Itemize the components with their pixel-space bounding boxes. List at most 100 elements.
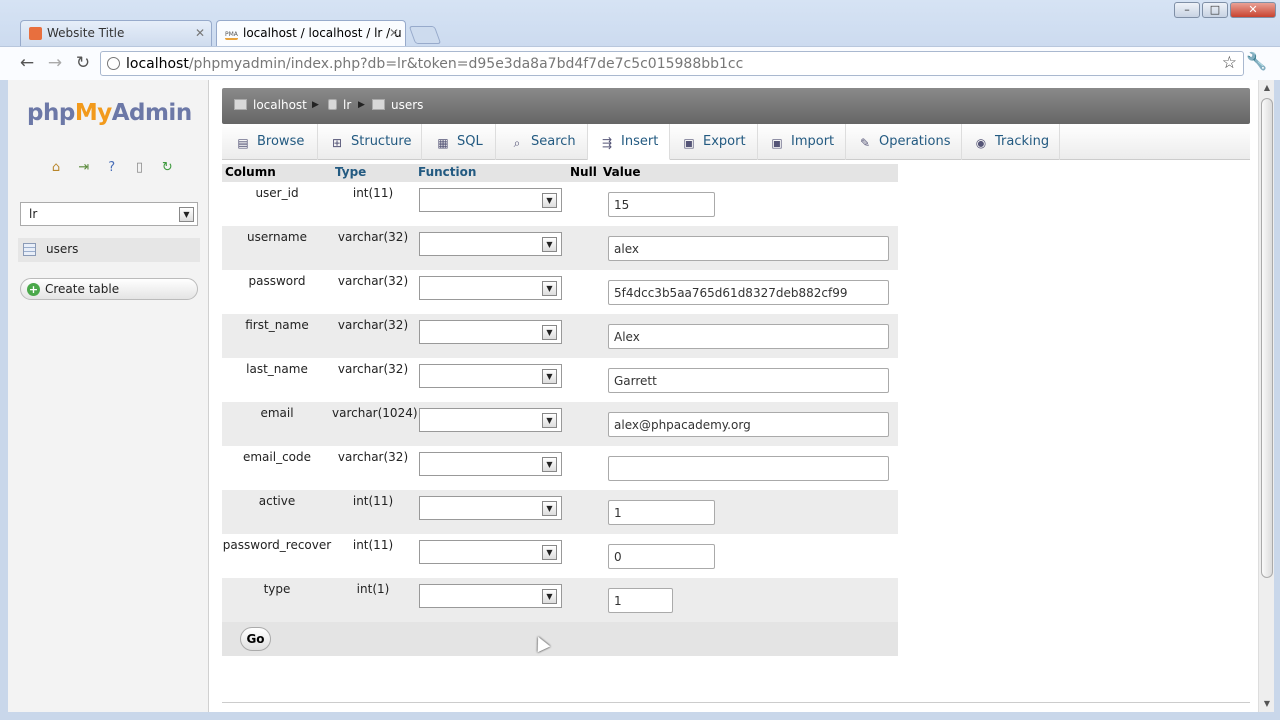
header-column: Column xyxy=(225,165,276,179)
chevron-down-icon: ▼ xyxy=(542,457,557,472)
table-row: user_id int(11) ▼ xyxy=(222,182,898,226)
chevron-down-icon: ▼ xyxy=(542,501,557,516)
column-name: username xyxy=(247,230,307,244)
function-select[interactable]: ▼ xyxy=(419,540,562,564)
table-icon xyxy=(23,243,36,256)
chevron-down-icon: ▼ xyxy=(542,545,557,560)
function-select[interactable]: ▼ xyxy=(419,364,562,388)
function-select[interactable]: ▼ xyxy=(419,408,562,432)
chevron-down-icon: ▼ xyxy=(542,281,557,296)
function-select[interactable]: ▼ xyxy=(419,188,562,212)
divider xyxy=(222,702,1250,703)
bookmark-star-icon[interactable]: ☆ xyxy=(1222,53,1237,73)
column-type: varchar(32) xyxy=(337,450,409,464)
column-type: varchar(32) xyxy=(337,230,409,244)
tab-sql[interactable]: ▦ SQL xyxy=(422,124,496,160)
browser-toolbar: ← → ↻ localhost/phpmyadmin/index.php?db=… xyxy=(0,46,1280,80)
breadcrumb-database[interactable]: lr xyxy=(328,98,351,112)
breadcrumb-server[interactable]: localhost xyxy=(234,98,307,112)
value-input[interactable] xyxy=(608,456,889,481)
create-table-button[interactable]: + Create table xyxy=(20,278,198,300)
tab-tracking[interactable]: ◉ Tracking xyxy=(962,124,1060,160)
go-button[interactable]: Go xyxy=(240,627,271,651)
column-type: varchar(32) xyxy=(337,318,409,332)
tab-operations[interactable]: ✎ Operations xyxy=(846,124,962,160)
chevron-down-icon: ▼ xyxy=(179,207,194,222)
forward-icon[interactable]: → xyxy=(44,52,66,74)
value-input[interactable] xyxy=(608,588,673,613)
breadcrumb-table[interactable]: users xyxy=(372,98,423,112)
sidebar-item-users[interactable]: users xyxy=(18,238,200,262)
table-row: first_name varchar(32) ▼ xyxy=(222,314,898,358)
chevron-down-icon: ▼ xyxy=(542,325,557,340)
page-icon xyxy=(107,57,120,70)
browser-tab-website-title[interactable]: Website Title ✕ xyxy=(20,20,212,46)
form-footer: Go xyxy=(222,622,898,656)
wrench-icon[interactable]: 🔧 xyxy=(1246,52,1267,72)
chevron-down-icon: ▼ xyxy=(542,369,557,384)
window-frame xyxy=(0,80,8,712)
close-icon[interactable]: ✕ xyxy=(195,21,205,45)
function-select[interactable]: ▼ xyxy=(419,584,562,608)
home-icon[interactable]: ⌂ xyxy=(48,160,64,176)
value-input[interactable] xyxy=(608,500,715,525)
tab-insert[interactable]: ⇶ Insert xyxy=(588,124,670,160)
tab-structure[interactable]: ⊞ Structure xyxy=(318,124,422,160)
value-input[interactable] xyxy=(608,412,889,437)
table-row: username varchar(32) ▼ xyxy=(222,226,898,270)
value-input[interactable] xyxy=(608,324,889,349)
chevron-down-icon: ▼ xyxy=(542,237,557,252)
scrollbar-thumb[interactable] xyxy=(1261,98,1273,578)
logout-icon[interactable]: ⇥ xyxy=(76,160,92,176)
minimize-button[interactable]: – xyxy=(1174,2,1200,18)
new-tab-button[interactable] xyxy=(408,26,442,44)
column-name: user_id xyxy=(255,186,299,200)
documentation-icon[interactable]: ▯ xyxy=(131,160,147,176)
scroll-down-icon[interactable]: ▼ xyxy=(1259,696,1275,712)
tab-browse[interactable]: ▤ Browse xyxy=(222,124,318,160)
quick-icons: ⌂ ⇥ ? ▯ ↻ xyxy=(48,160,183,176)
chevron-down-icon: ▼ xyxy=(542,589,557,604)
maximize-button[interactable]: □ xyxy=(1202,2,1228,18)
back-icon[interactable]: ← xyxy=(16,52,38,74)
table-row: active int(11) ▼ xyxy=(222,490,898,534)
value-input[interactable] xyxy=(608,192,715,217)
address-bar[interactable]: localhost/phpmyadmin/index.php?db=lr&tok… xyxy=(100,51,1244,76)
table-row: type int(1) ▼ xyxy=(222,578,898,622)
breadcrumb-separator-icon: ▶ xyxy=(312,100,319,110)
table-row: email_code varchar(32) ▼ xyxy=(222,446,898,490)
column-name: password xyxy=(248,274,306,288)
function-select[interactable]: ▼ xyxy=(419,232,562,256)
reload-navigation-icon[interactable]: ↻ xyxy=(159,160,175,176)
value-input[interactable] xyxy=(608,368,889,393)
tab-import[interactable]: ▣ Import xyxy=(758,124,846,160)
column-type: int(11) xyxy=(352,538,394,552)
tab-export[interactable]: ▣ Export xyxy=(670,124,758,160)
value-input[interactable] xyxy=(608,236,889,261)
column-name: first_name xyxy=(245,318,309,332)
help-icon[interactable]: ? xyxy=(104,160,120,176)
column-name: last_name xyxy=(246,362,308,376)
value-input[interactable] xyxy=(608,280,889,305)
column-type: int(11) xyxy=(352,494,394,508)
vertical-scrollbar[interactable]: ▲ ▼ xyxy=(1258,80,1274,712)
header-function[interactable]: Function xyxy=(418,165,476,179)
function-select[interactable]: ▼ xyxy=(419,496,562,520)
database-select[interactable]: lr ▼ xyxy=(20,202,198,226)
reload-icon[interactable]: ↻ xyxy=(72,52,94,74)
tab-search[interactable]: ⌕ Search xyxy=(496,124,588,160)
function-select[interactable]: ▼ xyxy=(419,452,562,476)
header-value: Value xyxy=(603,165,641,179)
browser-tab-phpmyadmin[interactable]: PMA localhost / localhost / lr / u ✕ xyxy=(216,20,406,47)
function-select[interactable]: ▼ xyxy=(419,276,562,300)
function-select[interactable]: ▼ xyxy=(419,320,562,344)
scroll-up-icon[interactable]: ▲ xyxy=(1259,80,1275,96)
phpmyadmin-logo[interactable]: phpMyAdmin xyxy=(27,100,192,126)
close-icon[interactable]: ✕ xyxy=(389,21,399,45)
close-window-button[interactable]: ✕ xyxy=(1230,2,1276,18)
column-type: int(11) xyxy=(352,186,394,200)
header-type[interactable]: Type xyxy=(335,165,366,179)
structure-icon: ⊞ xyxy=(331,136,343,150)
column-name: active xyxy=(258,494,296,508)
value-input[interactable] xyxy=(608,544,715,569)
